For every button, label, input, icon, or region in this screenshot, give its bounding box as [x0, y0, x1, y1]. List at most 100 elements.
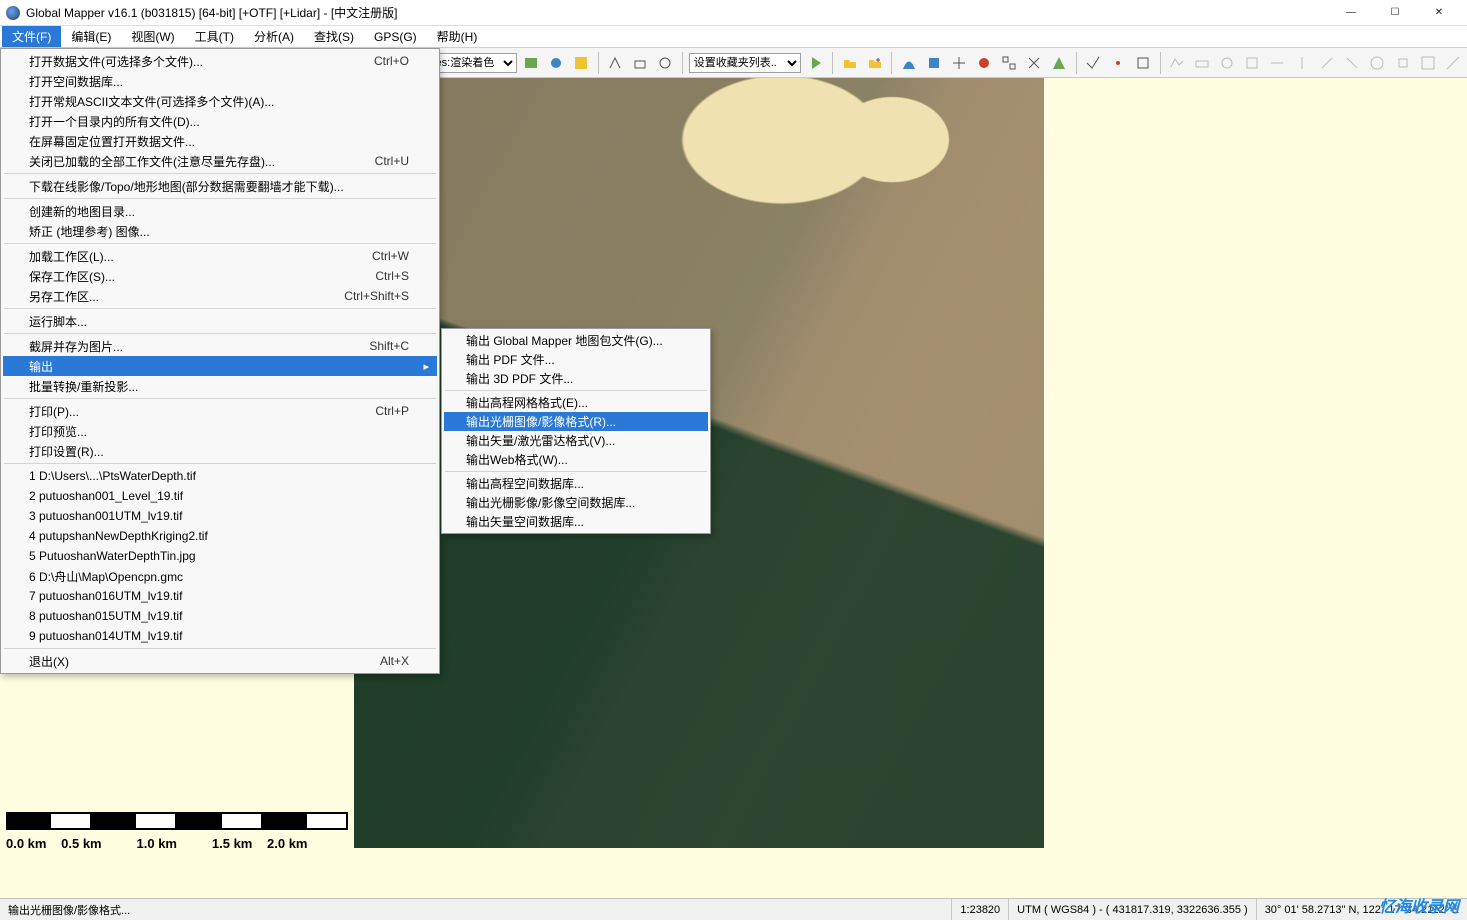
- export-submenu-item[interactable]: 输出 3D PDF 文件...: [444, 369, 708, 388]
- menu-file[interactable]: 文件(F): [2, 26, 61, 47]
- menu-gps[interactable]: GPS(G): [364, 26, 427, 47]
- file-menu-item[interactable]: 打印预览...: [3, 421, 437, 441]
- toolbar-separator: [891, 52, 892, 74]
- file-menu-item[interactable]: 1 D:\Users\...\PtsWaterDepth.tif: [3, 466, 437, 486]
- menu-item-label: 打开常规ASCII文本文件(可选择多个文件)(A)...: [29, 93, 409, 110]
- file-menu-item[interactable]: 2 putuoshan001_Level_19.tif: [3, 486, 437, 506]
- menu-item-label: 打开数据文件(可选择多个文件)...: [29, 53, 358, 70]
- file-menu-item[interactable]: 输出: [3, 356, 437, 376]
- menu-item-label: 创建新的地图目录...: [29, 203, 409, 220]
- menu-item-label: 退出(X): [29, 653, 364, 670]
- scale-tick: 1.0 km: [137, 836, 177, 851]
- file-menu-item[interactable]: 加载工作区(L)...Ctrl+W: [3, 246, 437, 266]
- menu-item-accelerator: Ctrl+S: [375, 269, 409, 283]
- tool-icon-f[interactable]: [1023, 52, 1044, 74]
- file-menu-item[interactable]: 打开常规ASCII文本文件(可选择多个文件)(A)...: [3, 91, 437, 111]
- tool-icon-c[interactable]: [948, 52, 969, 74]
- menu-tools[interactable]: 工具(T): [185, 26, 244, 47]
- file-menu-item[interactable]: 保存工作区(S)...Ctrl+S: [3, 266, 437, 286]
- toolbar-icon-1[interactable]: [521, 52, 542, 74]
- file-menu-item[interactable]: 创建新的地图目录...: [3, 201, 437, 221]
- menu-item-label: 5 PutuoshanWaterDepthTin.jpg: [29, 549, 409, 563]
- tool-icon-h[interactable]: [1083, 52, 1104, 74]
- menu-item-label: 输出高程空间数据库...: [466, 475, 584, 492]
- menu-item-label: 1 D:\Users\...\PtsWaterDepth.tif: [29, 469, 409, 483]
- export-submenu-item[interactable]: 输出光栅图像/影像格式(R)...: [444, 412, 708, 431]
- export-submenu: 输出 Global Mapper 地图包文件(G)...输出 PDF 文件...…: [441, 328, 711, 534]
- folder-open-icon[interactable]: [839, 52, 860, 74]
- status-coords: 30° 01' 58.2713" N, 122° 17' 34.2112" E: [1257, 899, 1467, 920]
- file-menu-item[interactable]: 5 PutuoshanWaterDepthTin.jpg: [3, 546, 437, 566]
- menu-search[interactable]: 查找(S): [304, 26, 364, 47]
- menu-edit[interactable]: 编辑(E): [61, 26, 121, 47]
- disabled-tool-5: [1267, 52, 1288, 74]
- maximize-button[interactable]: ☐: [1373, 0, 1417, 26]
- disabled-tool-10: [1392, 52, 1413, 74]
- export-submenu-item[interactable]: 输出 Global Mapper 地图包文件(G)...: [444, 331, 708, 350]
- file-menu-item[interactable]: 打印(P)...Ctrl+P: [3, 401, 437, 421]
- file-menu-item[interactable]: 6 D:\舟山\Map\Opencpn.gmc: [3, 566, 437, 586]
- favorites-combo[interactable]: 设置收藏夹列表..: [689, 53, 801, 73]
- export-submenu-item[interactable]: 输出光栅影像/影像空间数据库...: [444, 493, 708, 512]
- menu-item-label: 矫正 (地理参考) 图像...: [29, 223, 409, 240]
- export-submenu-item[interactable]: 输出高程空间数据库...: [444, 474, 708, 493]
- tool-icon-e[interactable]: [998, 52, 1019, 74]
- tool-icon-b[interactable]: [923, 52, 944, 74]
- file-menu-item[interactable]: 3 putuoshan001UTM_lv19.tif: [3, 506, 437, 526]
- disabled-tool-6: [1292, 52, 1313, 74]
- tool-icon-j[interactable]: [1133, 52, 1154, 74]
- file-menu-item[interactable]: 运行脚本...: [3, 311, 437, 331]
- menu-item-label: 输出 3D PDF 文件...: [466, 370, 573, 387]
- toolbar-icon-2[interactable]: [546, 52, 567, 74]
- disabled-tool-3: [1217, 52, 1238, 74]
- toolbar-icon-6[interactable]: [655, 52, 676, 74]
- file-menu-item[interactable]: 7 putuoshan016UTM_lv19.tif: [3, 586, 437, 606]
- menu-item-label: 下载在线影像/Topo/地形地图(部分数据需要翻墙才能下载)...: [29, 178, 409, 195]
- menu-view[interactable]: 视图(W): [121, 26, 184, 47]
- file-menu-item[interactable]: 另存工作区...Ctrl+Shift+S: [3, 286, 437, 306]
- tool-icon-a[interactable]: [898, 52, 919, 74]
- file-menu-item[interactable]: 打开数据文件(可选择多个文件)...Ctrl+O: [3, 51, 437, 71]
- file-menu-item[interactable]: 批量转换/重新投影...: [3, 376, 437, 396]
- toolbar-icon-4[interactable]: [605, 52, 626, 74]
- menu-item-label: 6 D:\舟山\Map\Opencpn.gmc: [29, 568, 409, 585]
- scale-tick: 2.0 km: [267, 836, 307, 851]
- tool-icon-d[interactable]: [973, 52, 994, 74]
- file-menu-item[interactable]: 下载在线影像/Topo/地形地图(部分数据需要翻墙才能下载)...: [3, 176, 437, 196]
- tool-icon-g[interactable]: [1049, 52, 1070, 74]
- scale-bar: 0.0 km 0.5 km 1.0 km 1.5 km 2.0 km: [6, 812, 348, 870]
- file-menu-item[interactable]: 退出(X)Alt+X: [3, 651, 437, 671]
- file-menu-item[interactable]: 截屏并存为图片...Shift+C: [3, 336, 437, 356]
- toolbar-separator: [598, 52, 599, 74]
- file-menu-item[interactable]: 8 putuoshan015UTM_lv19.tif: [3, 606, 437, 626]
- app-icon: [6, 6, 20, 20]
- play-button[interactable]: [805, 52, 826, 74]
- menubar: 文件(F) 编辑(E) 视图(W) 工具(T) 分析(A) 查找(S) GPS(…: [0, 26, 1467, 48]
- scale-tick: 1.5 km: [212, 836, 252, 851]
- disabled-tool-9: [1367, 52, 1388, 74]
- close-button[interactable]: ✕: [1417, 0, 1461, 26]
- menu-item-label: 4 putupshanNewDepthKriging2.tif: [29, 529, 409, 543]
- toolbar-icon-5[interactable]: [630, 52, 651, 74]
- export-submenu-item[interactable]: 输出矢量/激光雷达格式(V)...: [444, 431, 708, 450]
- file-menu-item[interactable]: 打开一个目录内的所有文件(D)...: [3, 111, 437, 131]
- export-submenu-item[interactable]: 输出Web格式(W)...: [444, 450, 708, 469]
- file-menu-item[interactable]: 4 putupshanNewDepthKriging2.tif: [3, 526, 437, 546]
- export-submenu-item[interactable]: 输出高程网格格式(E)...: [444, 393, 708, 412]
- file-menu-item[interactable]: 打印设置(R)...: [3, 441, 437, 461]
- minimize-button[interactable]: —: [1329, 0, 1373, 26]
- menu-item-label: 加载工作区(L)...: [29, 248, 356, 265]
- file-menu-item[interactable]: 在屏幕固定位置打开数据文件...: [3, 131, 437, 151]
- file-menu-item[interactable]: 关闭已加载的全部工作文件(注意尽量先存盘)...Ctrl+U: [3, 151, 437, 171]
- folder-new-icon[interactable]: [864, 52, 885, 74]
- tool-icon-i[interactable]: [1108, 52, 1129, 74]
- toolbar-icon-3[interactable]: [571, 52, 592, 74]
- menu-help[interactable]: 帮助(H): [427, 26, 488, 47]
- export-submenu-item[interactable]: 输出矢量空间数据库...: [444, 512, 708, 531]
- export-submenu-item[interactable]: 输出 PDF 文件...: [444, 350, 708, 369]
- menu-analysis[interactable]: 分析(A): [244, 26, 304, 47]
- disabled-tool-11: [1417, 52, 1438, 74]
- file-menu-item[interactable]: 打开空间数据库...: [3, 71, 437, 91]
- file-menu-item[interactable]: 矫正 (地理参考) 图像...: [3, 221, 437, 241]
- file-menu-item[interactable]: 9 putuoshan014UTM_lv19.tif: [3, 626, 437, 646]
